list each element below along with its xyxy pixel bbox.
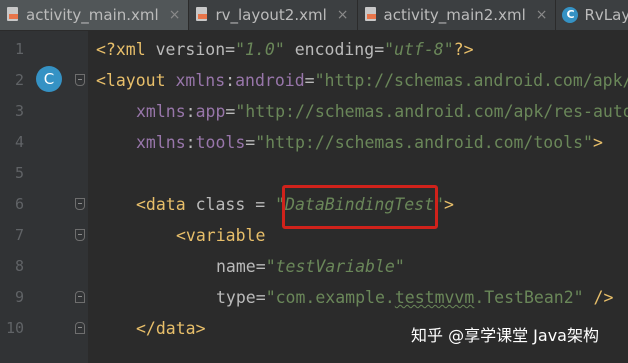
red-highlight-annotation [282, 185, 438, 229]
tab-label: activity_main2.xml [383, 6, 526, 24]
line-number: 4 [14, 133, 24, 151]
tab-label: rv_layout2.xml [215, 6, 327, 24]
xml-file-icon [364, 7, 378, 23]
code-line-7: <variable [176, 226, 266, 245]
line-number: 3 [14, 102, 24, 120]
xml-file-icon [6, 7, 20, 23]
fold-close-icon[interactable] [75, 291, 85, 303]
code-line-4: xmlns:tools="http://schemas.android.com/… [136, 133, 603, 152]
code-line-10: </data> [136, 319, 206, 338]
code-line-9: type="com.example.testmvvm.TestBean2" /> [216, 288, 614, 307]
tab-activity-main-xml[interactable]: activity_main.xml × [0, 0, 190, 30]
line-number: 9 [14, 288, 24, 306]
fold-close-icon[interactable] [75, 322, 85, 334]
line-number: 1 [14, 40, 24, 58]
class-gutter-icon[interactable]: C [36, 66, 62, 92]
xml-file-icon [195, 7, 209, 23]
editor-tab-bar: activity_main.xml × rv_layout2.xml × act… [0, 0, 628, 31]
class-file-icon: C [562, 7, 579, 23]
code-line-1: <?xml version="1.0" encoding="utf-8"?> [96, 40, 474, 59]
fold-open-icon[interactable] [75, 229, 85, 241]
line-number: 5 [14, 164, 24, 182]
fold-open-icon[interactable] [75, 198, 85, 210]
tab-activity-main2-xml[interactable]: activity_main2.xml × [358, 0, 557, 30]
tab-label: activity_main.xml [26, 6, 159, 24]
fold-open-icon[interactable] [75, 74, 85, 86]
code-line-8: name="testVariable" [216, 257, 405, 276]
code-line-2: <layout xmlns:android="http://schemas.an… [96, 71, 628, 90]
tab-label: RvLayo [584, 6, 628, 24]
tab-rvlayout-class[interactable]: C RvLayo [556, 0, 628, 30]
close-icon[interactable]: × [337, 7, 349, 23]
tab-rv-layout2-xml[interactable]: rv_layout2.xml × [189, 0, 358, 30]
watermark-text: 知乎 @享学课堂 Java架构 [411, 326, 599, 345]
close-icon[interactable]: × [169, 7, 181, 23]
line-number: 2 [14, 71, 24, 89]
line-number: 6 [14, 195, 24, 213]
close-icon[interactable]: × [536, 7, 548, 23]
line-number: 8 [14, 257, 24, 275]
line-number: 7 [14, 226, 24, 244]
line-number: 10 [5, 319, 24, 337]
code-line-3: xmlns:app="http://schemas.android.com/ap… [136, 102, 628, 121]
